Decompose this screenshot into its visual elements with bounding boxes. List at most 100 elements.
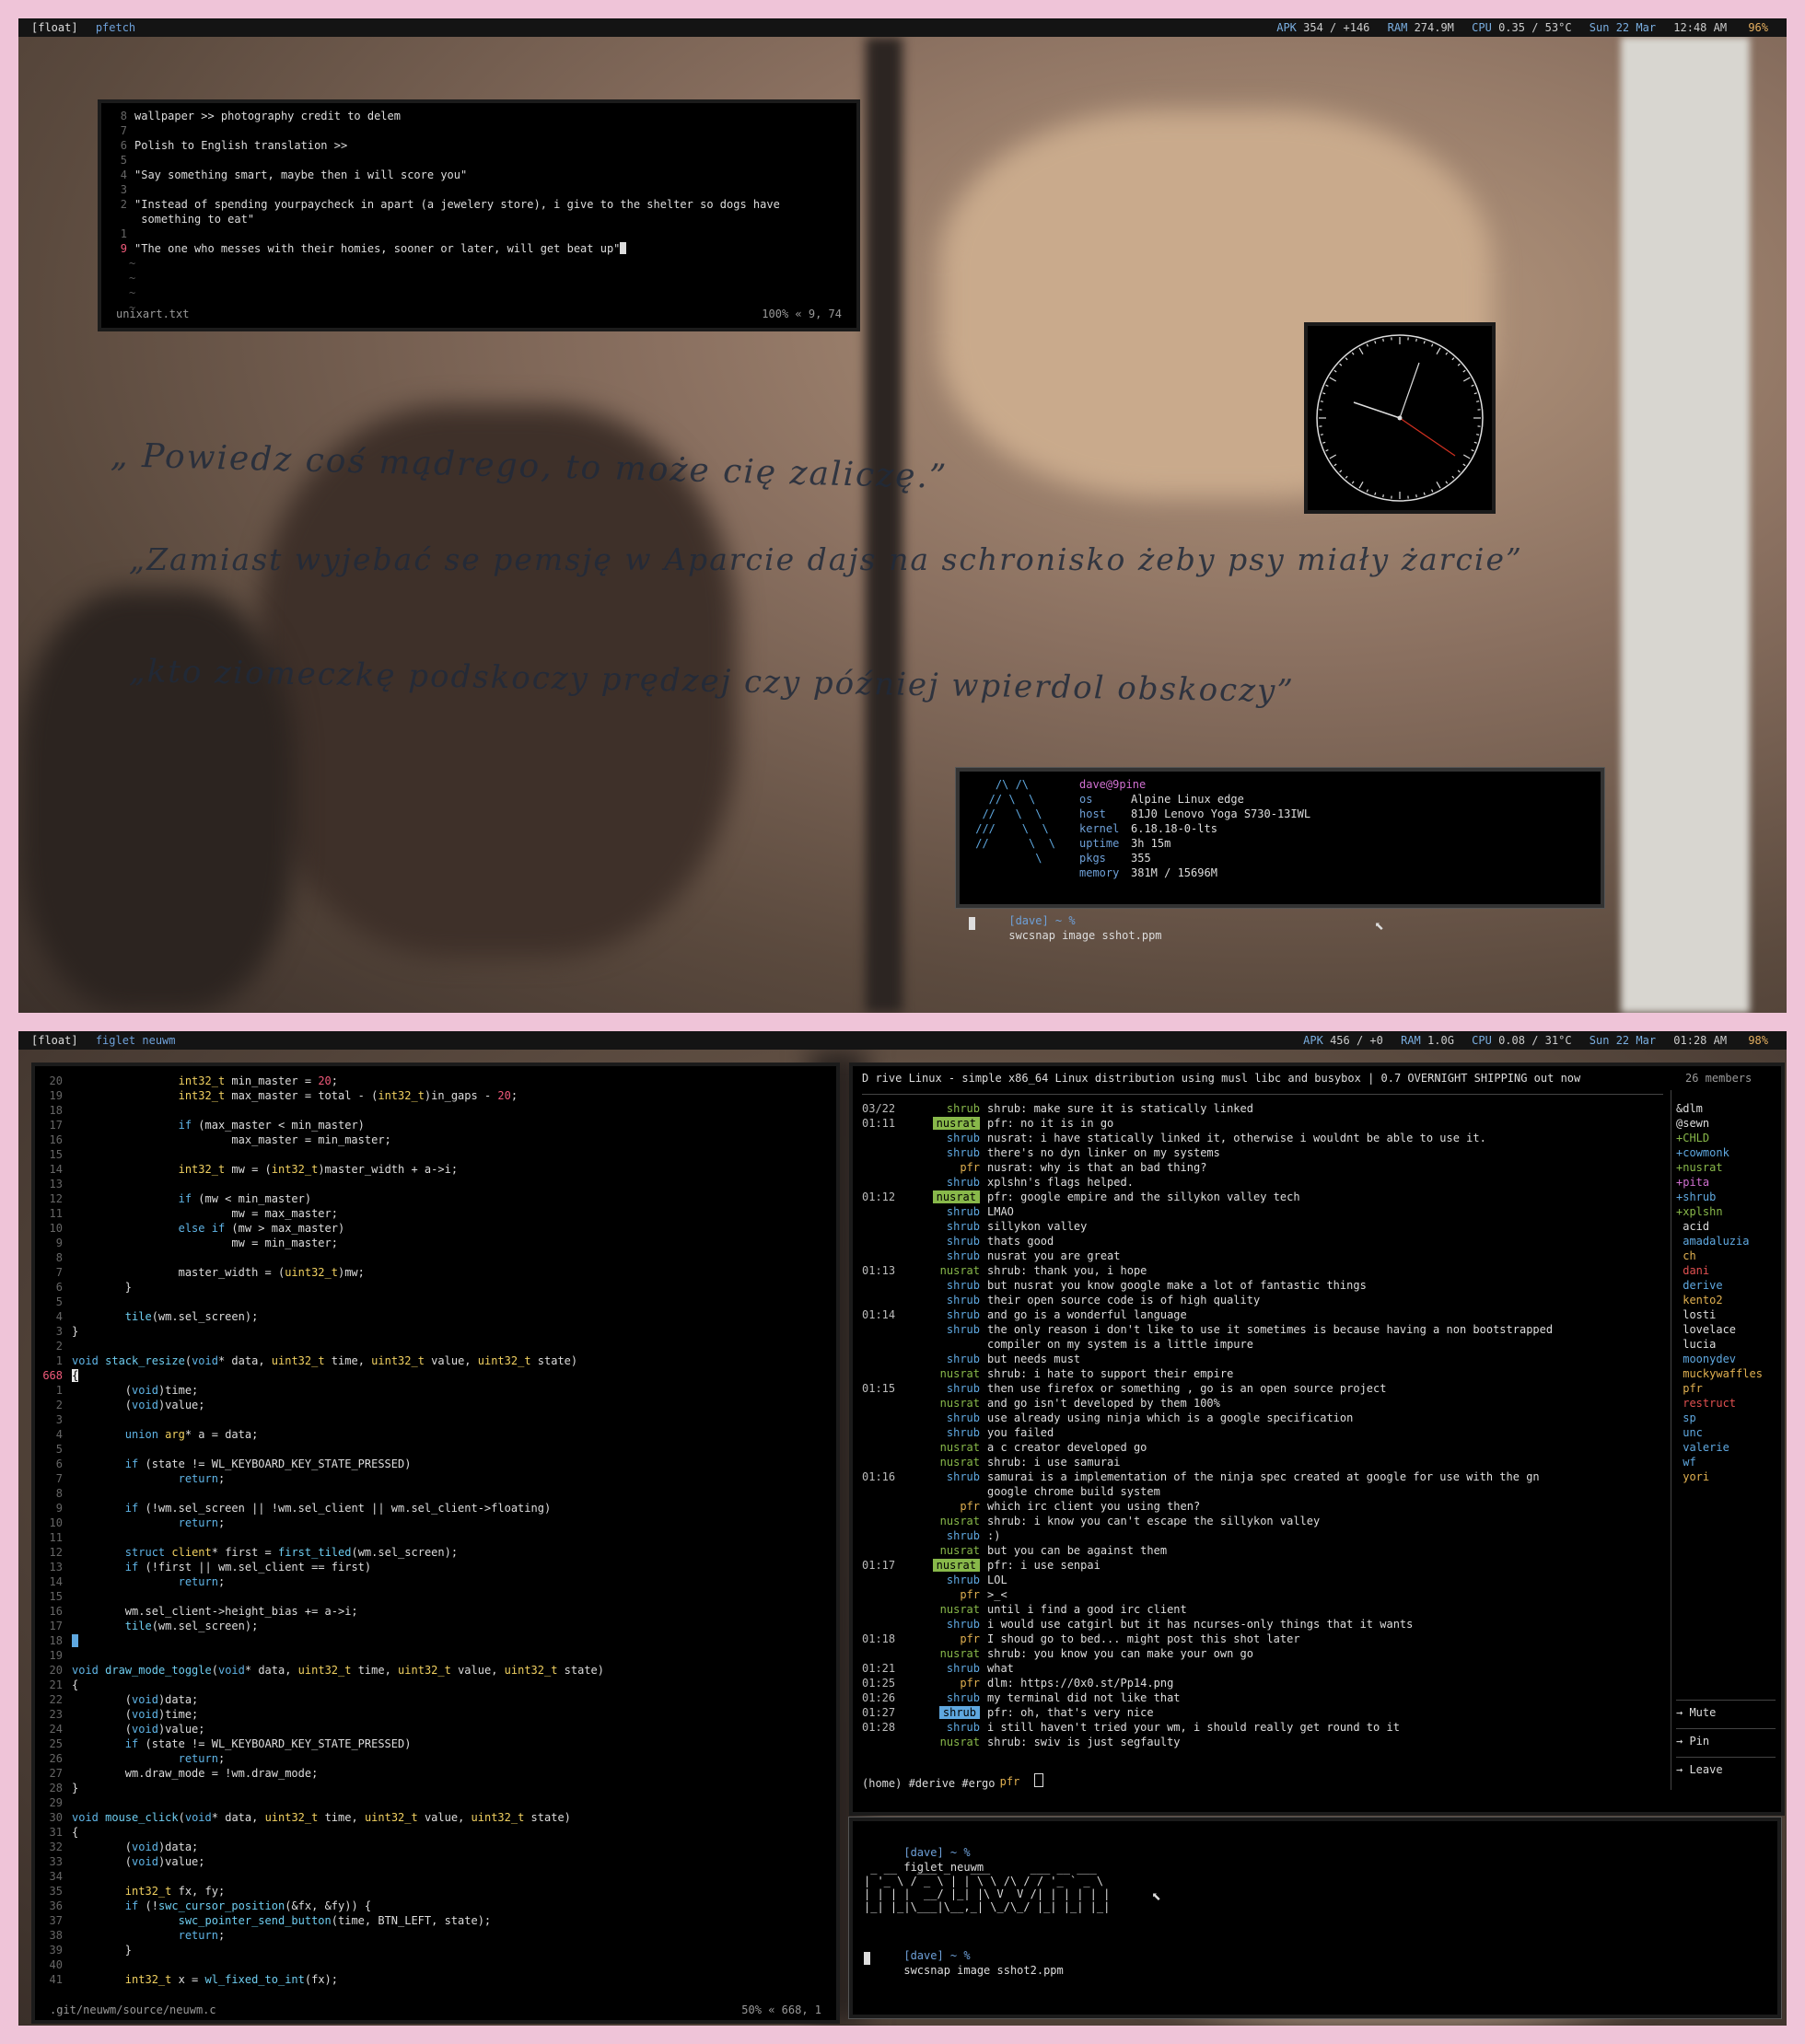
message-nick[interactable]: shrub — [947, 1146, 980, 1159]
chat-message[interactable]: 01:17 nusrat pfr: i use senpai — [862, 1558, 1663, 1573]
layout-tag[interactable]: [float] — [31, 1034, 78, 1047]
fetch-terminal[interactable]: /\ /\ // \ \ // \ \ /// \ \ // \ \ \ dav… — [955, 767, 1605, 942]
message-nick[interactable]: nusrat — [940, 1367, 980, 1380]
member-item[interactable]: ch — [1676, 1248, 1777, 1263]
chat-message[interactable]: shrub you failed — [862, 1425, 1663, 1440]
chat-message[interactable]: google chrome build system — [862, 1484, 1663, 1499]
message-nick[interactable]: shrub — [947, 1691, 980, 1704]
chat-message[interactable]: nusrat but you can be against them — [862, 1543, 1663, 1558]
member-item[interactable]: kento2 — [1676, 1293, 1777, 1307]
chat-message[interactable]: nusrat shrub: i hate to support their emp… — [862, 1366, 1663, 1381]
message-nick[interactable]: shrub — [947, 1249, 980, 1262]
member-item[interactable]: +nusrat — [1676, 1160, 1777, 1175]
chat-message[interactable]: pfr nusrat: why is that an bad thing? — [862, 1160, 1663, 1175]
editor-line[interactable]: 1 — [111, 226, 780, 241]
member-item[interactable]: losti — [1676, 1307, 1777, 1322]
pin-button[interactable]: → Pin — [1676, 1735, 1776, 1751]
message-nick[interactable]: shrub — [938, 1706, 980, 1719]
chat-message[interactable]: shrub nusrat: i have statically linked it… — [862, 1131, 1663, 1145]
chat-message[interactable]: nusrat a c creator developed go — [862, 1440, 1663, 1455]
chat-message[interactable]: nusrat shrub: i know you can't escape the… — [862, 1514, 1663, 1528]
message-nick[interactable]: nusrat — [940, 1544, 980, 1557]
member-item[interactable]: lucia — [1676, 1337, 1777, 1352]
editor-window[interactable]: 8 wallpaper >> photography credit to dele… — [98, 99, 860, 331]
chat-message[interactable]: shrub the only reason i don't like to use… — [862, 1322, 1663, 1337]
message-nick[interactable]: nusrat — [932, 1190, 980, 1203]
code-text[interactable]: 20 int32_t min_master = 20; 19 int32_t m… — [37, 1074, 604, 1987]
message-nick[interactable]: shrub — [947, 1294, 980, 1307]
chat-message[interactable]: 01:13 nusrat shrub: thank you, i hope — [862, 1263, 1663, 1278]
editor-line[interactable]: 9 "The one who messes with their homies, … — [111, 241, 780, 256]
chat-message[interactable]: 01:25 pfr dlm: https://0x0.st/Pp14.png — [862, 1676, 1663, 1690]
editor-text[interactable]: 8 wallpaper >> photography credit to dele… — [111, 109, 780, 315]
message-input[interactable] — [1034, 1773, 1044, 1787]
member-item[interactable]: pfr — [1676, 1381, 1777, 1396]
message-nick[interactable]: nusrat — [940, 1736, 980, 1748]
member-item[interactable]: +xplshn — [1676, 1204, 1777, 1219]
chat-message[interactable]: nusrat and go isn't developed by them 100… — [862, 1396, 1663, 1411]
member-item[interactable]: lovelace — [1676, 1322, 1777, 1337]
member-item[interactable]: wf — [1676, 1455, 1777, 1469]
message-nick[interactable]: shrub — [947, 1132, 980, 1144]
message-nick[interactable]: shrub — [947, 1235, 980, 1248]
member-item[interactable]: derive — [1676, 1278, 1777, 1293]
chat-message[interactable]: shrub LMAO — [862, 1204, 1663, 1219]
member-item[interactable]: amadaluzia — [1676, 1234, 1777, 1248]
member-item[interactable]: muckywaffles — [1676, 1366, 1777, 1381]
member-item[interactable]: dani — [1676, 1263, 1777, 1278]
message-nick[interactable]: shrub — [947, 1102, 980, 1115]
chat-message[interactable]: 01:12 nusrat pfr: google empire and the si… — [862, 1190, 1663, 1204]
chat-message[interactable]: 01:27 shrub pfr: oh, that's very nice — [862, 1705, 1663, 1720]
chat-message[interactable]: shrub but needs must — [862, 1352, 1663, 1366]
message-nick[interactable]: nusrat — [940, 1264, 980, 1277]
irc-chat-window[interactable]: D rive Linux - simple x86_64 Linux distr… — [849, 1063, 1785, 1816]
member-list[interactable]: &dlm @sewn +CHLD +cowmonk +nusrat +pita +shrub… — [1676, 1101, 1777, 1484]
chat-message[interactable]: 01:26 shrub my terminal did not like that — [862, 1690, 1663, 1705]
chat-message[interactable]: 03/22 shrub shrub: make sure it is statica… — [862, 1101, 1663, 1116]
member-item[interactable]: acid — [1676, 1219, 1777, 1234]
chat-message[interactable]: 01:21 shrub what — [862, 1661, 1663, 1676]
member-item[interactable]: +cowmonk — [1676, 1145, 1777, 1160]
figlet-terminal[interactable]: [dave] ~ % figlet neuwm _ __ ___ _ ___ _… — [848, 1817, 1782, 2019]
editor-line[interactable]: 7 — [111, 123, 780, 138]
chat-message[interactable]: shrub LOL — [862, 1573, 1663, 1587]
message-nick[interactable]: shrub — [947, 1721, 980, 1734]
code-editor-window[interactable]: 20 int32_t min_master = 20; 19 int32_t m… — [31, 1063, 840, 2024]
member-item[interactable]: restruct — [1676, 1396, 1777, 1411]
message-nick[interactable]: shrub — [947, 1279, 980, 1292]
message-nick[interactable]: nusrat — [940, 1603, 980, 1616]
message-nick[interactable]: shrub — [947, 1176, 980, 1189]
buffer-list[interactable]: (home) #derive #ergo — [862, 1777, 996, 1790]
member-item[interactable]: &dlm — [1676, 1101, 1777, 1116]
editor-line[interactable]: 3 — [111, 182, 780, 197]
chat-message[interactable]: nusrat shrub: swiv is just segfaulty — [862, 1735, 1663, 1749]
member-item[interactable]: valerie — [1676, 1440, 1777, 1455]
message-nick[interactable]: shrub — [947, 1205, 980, 1218]
chat-message[interactable]: pfr >_< — [862, 1587, 1663, 1602]
mute-button[interactable]: → Mute — [1676, 1706, 1776, 1723]
chat-message[interactable]: compiler on my system is a little impure — [862, 1337, 1663, 1352]
message-nick[interactable]: nusrat — [940, 1515, 980, 1527]
member-item[interactable]: moonydev — [1676, 1352, 1777, 1366]
message-nick[interactable]: shrub — [947, 1529, 980, 1542]
member-item[interactable]: +CHLD — [1676, 1131, 1777, 1145]
message-nick[interactable]: shrub — [947, 1382, 980, 1395]
editor-line[interactable]: 8 wallpaper >> photography credit to dele… — [111, 109, 780, 123]
message-nick[interactable]: nusrat — [940, 1397, 980, 1410]
editor-line[interactable]: something to eat" — [111, 212, 780, 226]
message-nick[interactable]: shrub — [947, 1618, 980, 1631]
message-nick[interactable]: shrub — [947, 1308, 980, 1321]
chat-message[interactable]: shrub i would use catgirl but it has ncur… — [862, 1617, 1663, 1632]
chat-message[interactable]: 01:18 pfr I shoud go to bed... might post … — [862, 1632, 1663, 1646]
member-item[interactable]: sp — [1676, 1411, 1777, 1425]
leave-button[interactable]: → Leave — [1676, 1763, 1776, 1780]
editor-line[interactable]: 5 — [111, 153, 780, 168]
chat-message[interactable]: nusrat shrub: you know you can make your … — [862, 1646, 1663, 1661]
fetch-command[interactable]: swcsnap image sshot.ppm — [1008, 929, 1161, 942]
chat-message[interactable]: 01:15 shrub then use firefox or something … — [862, 1381, 1663, 1396]
message-nick[interactable]: nusrat — [932, 1559, 980, 1572]
chat-message[interactable]: shrub but nusrat you know google make a l… — [862, 1278, 1663, 1293]
member-item[interactable]: +pita — [1676, 1175, 1777, 1190]
message-nick[interactable]: shrub — [947, 1353, 980, 1365]
message-nick[interactable]: nusrat — [940, 1441, 980, 1454]
